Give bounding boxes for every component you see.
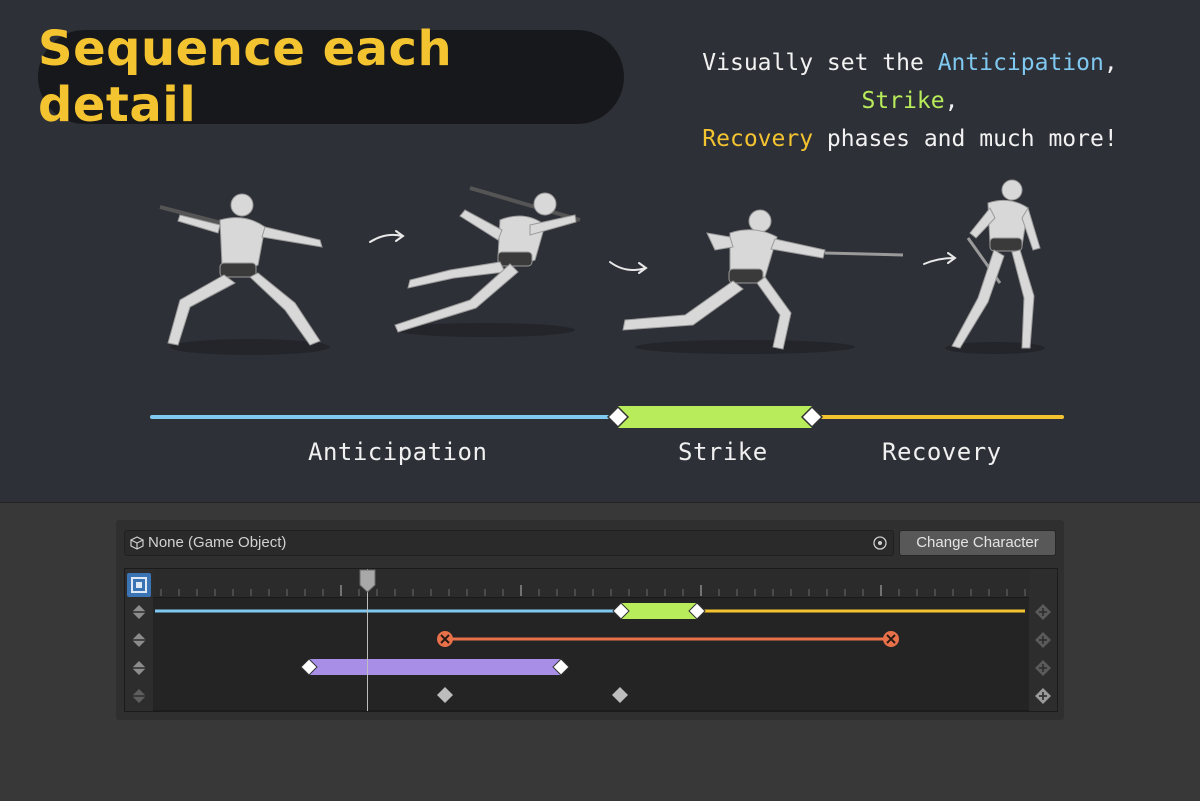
playhead-handle[interactable] [359,569,376,593]
frame-icon [131,577,147,593]
phase-label-recovery: Recovery [882,438,1002,466]
frame-lock-button[interactable] [127,573,151,597]
game-object-value: None (Game Object) [148,534,287,551]
tagline-sep2: , [944,88,959,114]
cube-icon [130,536,144,550]
tagline-part1: Visually set the [702,50,938,76]
phase-label-strike: Strike [678,438,768,466]
figure-leap-pose [394,186,581,337]
change-character-button[interactable]: Change Character [899,530,1056,556]
tagline-strike: Strike [861,88,945,114]
cancel-end-icon [883,631,899,647]
game-object-field[interactable]: None (Game Object) [124,530,894,556]
track-strike-range [621,603,697,619]
tagline-recovery: Recovery [702,126,814,152]
tagline: Visually set the Anticipation, Strike, R… [660,44,1160,158]
figure-strike-pose [622,209,904,354]
add-marker-icon[interactable] [1032,685,1054,707]
add-marker-icon[interactable] [1032,657,1054,679]
timeline-ruler[interactable] [153,569,1029,598]
add-key-icon[interactable] [128,601,150,623]
object-picker-icon[interactable] [871,534,889,552]
title-pill: Sequence each detail [38,21,624,133]
track-content[interactable] [153,598,1029,711]
timeline[interactable] [124,568,1058,712]
tagline-part2: phases and much more! [813,126,1118,152]
event-marker-icon [612,687,628,703]
add-key-icon[interactable] [128,657,150,679]
add-marker-icon[interactable] [1032,629,1054,651]
tagline-anticipation: Anticipation [937,50,1104,76]
add-key-icon[interactable] [128,629,150,651]
add-key-icon[interactable] [128,685,150,707]
track-purple-range [309,659,561,675]
tagline-sep1: , [1103,50,1118,76]
figure-recovery-pose [945,179,1045,354]
ruler-ticks [160,585,1026,596]
phase-bar [150,405,1064,429]
event-marker-icon [437,687,453,703]
figure-ready-pose [159,193,330,355]
cancel-start-icon [437,631,453,647]
add-marker-icon[interactable] [1032,601,1054,623]
page-title: Sequence each detail [38,21,453,133]
strike-range [618,406,812,428]
phase-label-anticipation: Anticipation [308,438,488,466]
